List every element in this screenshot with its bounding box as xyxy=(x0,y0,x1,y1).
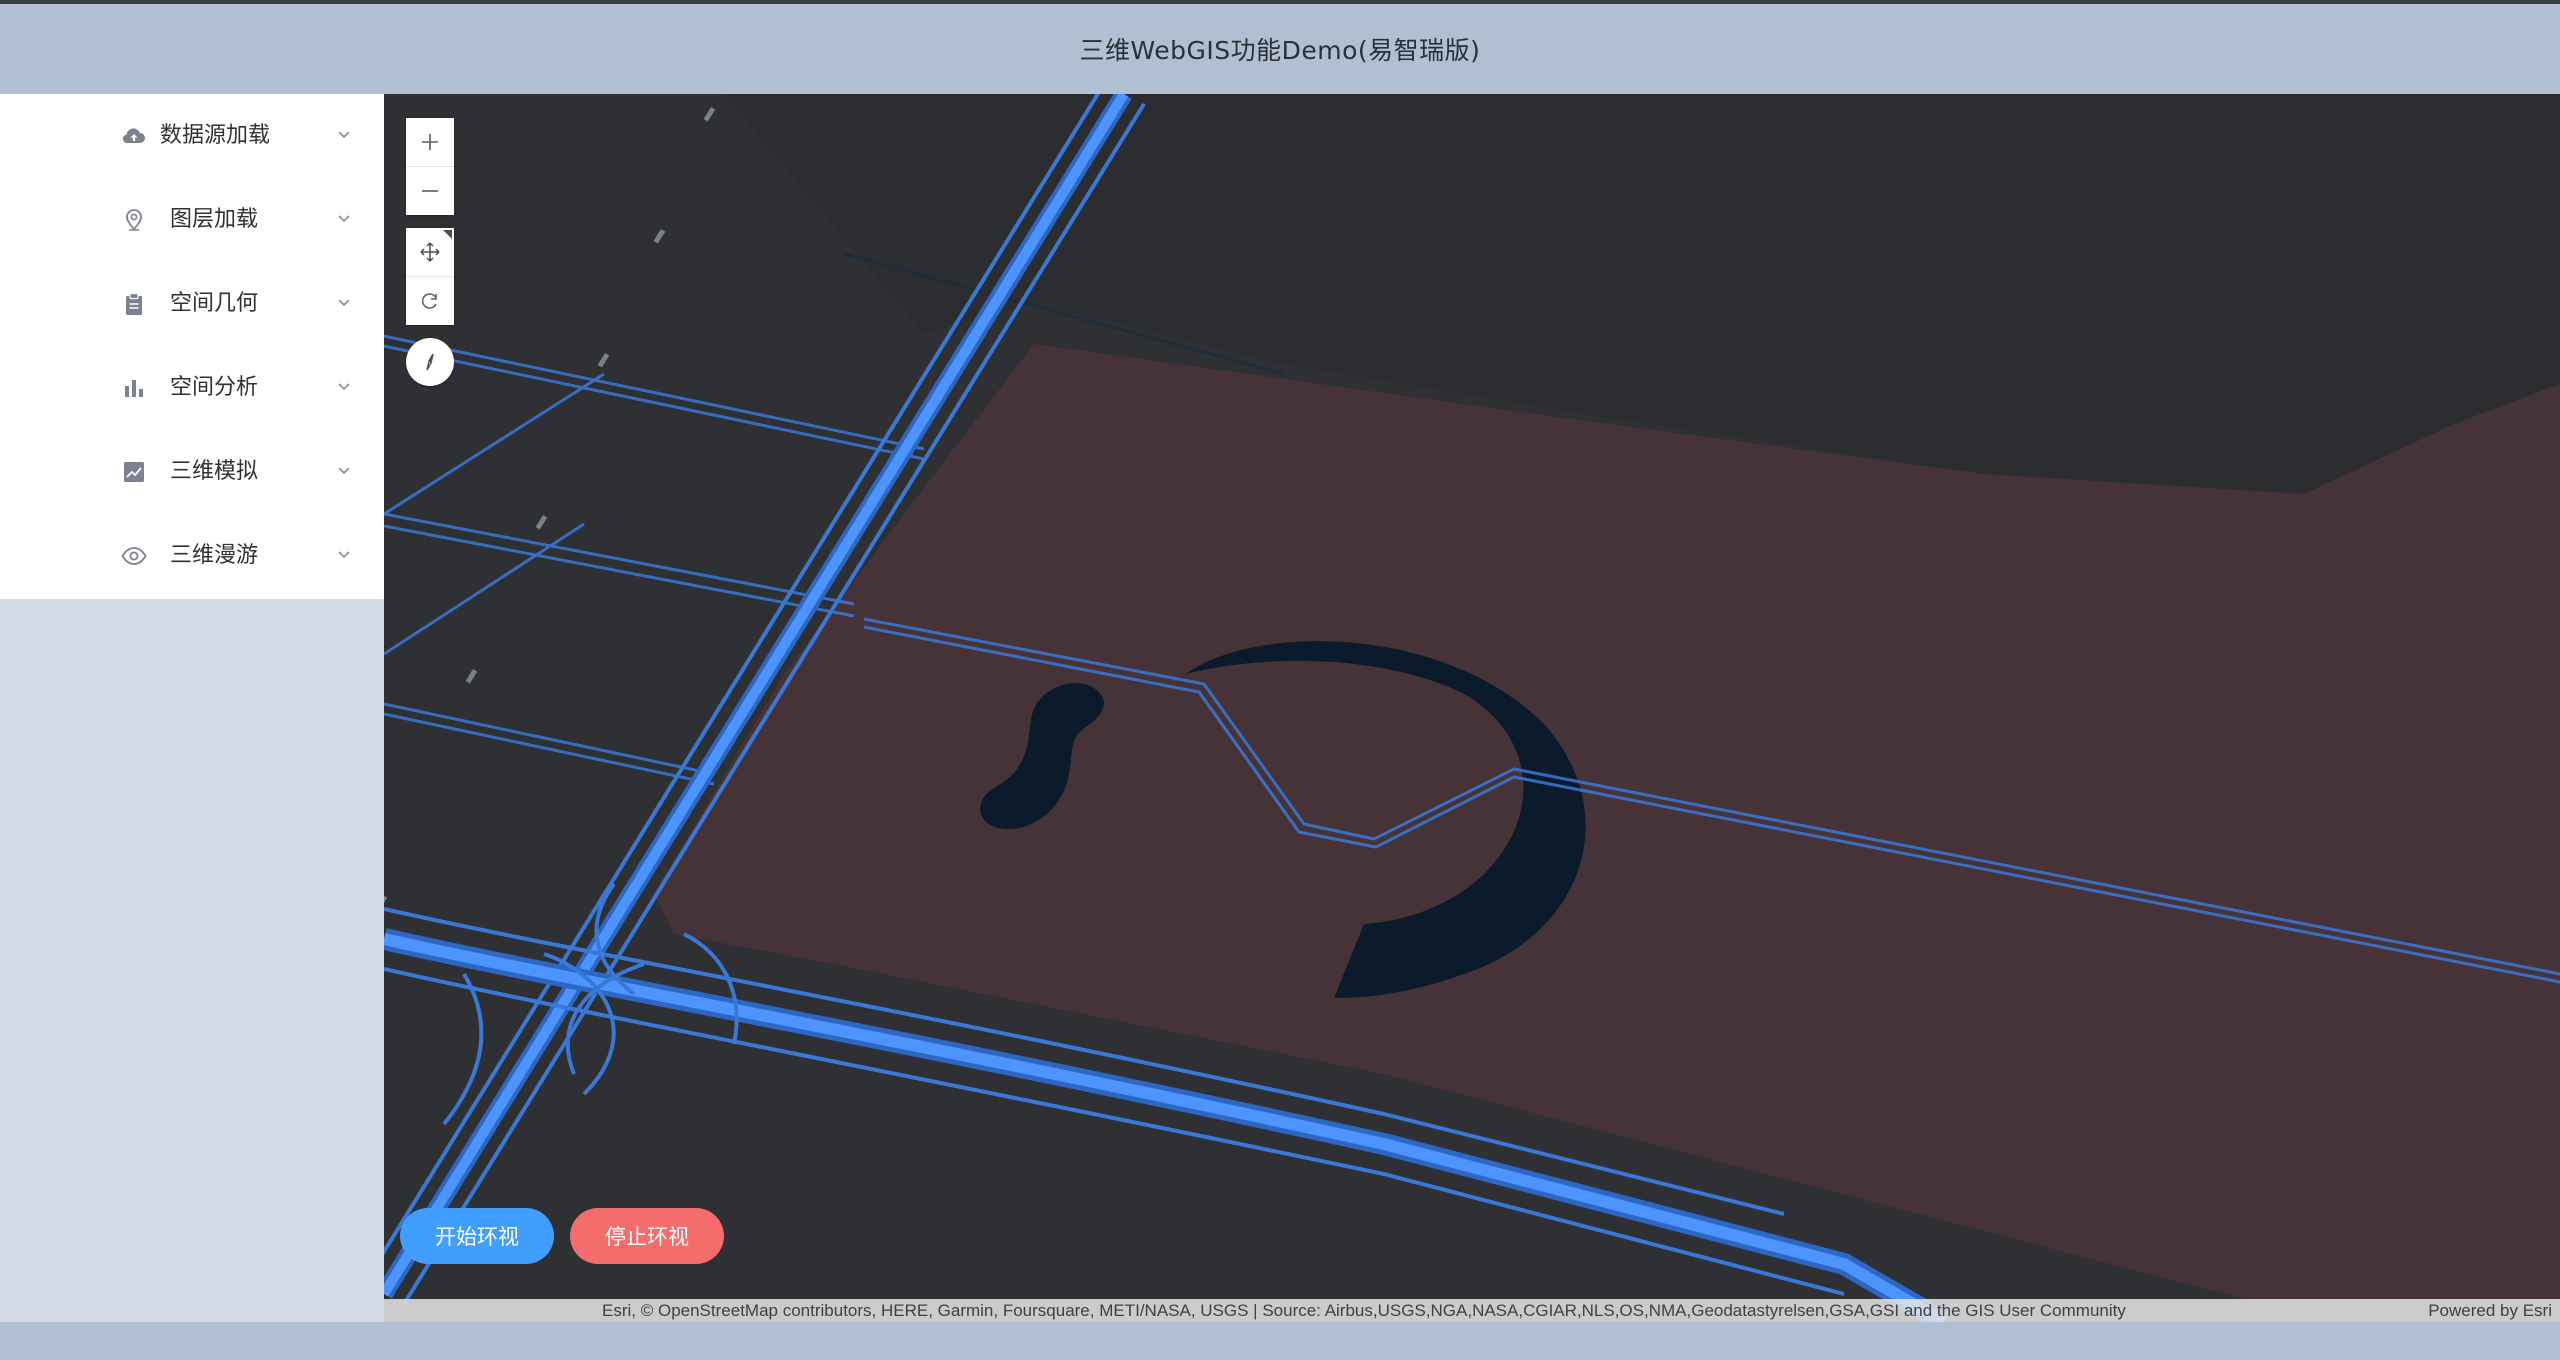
cloud-upload-icon xyxy=(120,122,148,150)
plus-icon xyxy=(422,134,438,150)
map-scene[interactable] xyxy=(384,94,2560,1322)
minus-icon xyxy=(422,190,438,192)
chevron-down-icon xyxy=(334,376,354,396)
zoom-controls xyxy=(406,118,454,215)
attribution-text: Esri, © OpenStreetMap contributors, HERE… xyxy=(602,1301,2126,1320)
sidebar-item-label: 三维模拟 xyxy=(170,459,259,484)
map-attribution: Esri, © OpenStreetMap contributors, HERE… xyxy=(384,1299,2560,1322)
zoom-in-button[interactable] xyxy=(406,118,454,166)
pan-icon xyxy=(420,242,440,262)
compass-button[interactable] xyxy=(406,338,454,386)
app-header: 三维WebGIS功能Demo(易智瑞版) xyxy=(0,4,2560,94)
sidebar-item-data-source[interactable]: 数据源加载 xyxy=(0,94,384,178)
chevron-down-icon xyxy=(334,292,354,312)
chevron-down-icon xyxy=(334,124,354,144)
location-pin-icon xyxy=(120,206,148,234)
map-view[interactable]: 开始环视 停止环视 Esri, © OpenStreetMap contribu… xyxy=(384,94,2560,1322)
stop-orbit-button[interactable]: 停止环视 xyxy=(570,1208,724,1264)
page-title: 三维WebGIS功能Demo(易智瑞版) xyxy=(1079,36,1481,65)
clipboard-icon xyxy=(120,290,148,318)
sidebar-item-layer[interactable]: 图层加载 xyxy=(0,178,384,262)
sidebar-item-label: 空间分析 xyxy=(170,375,259,400)
start-orbit-button[interactable]: 开始环视 xyxy=(400,1208,554,1264)
sidebar-item-simulation[interactable]: 三维模拟 xyxy=(0,430,384,514)
bar-chart-icon xyxy=(120,374,148,402)
sidebar-item-label: 三维漫游 xyxy=(170,543,259,568)
line-chart-icon xyxy=(120,458,148,486)
pan-button[interactable] xyxy=(406,228,454,276)
sidebar-item-roaming[interactable]: 三维漫游 xyxy=(0,514,384,598)
chevron-down-icon xyxy=(334,460,354,480)
eye-icon xyxy=(120,542,148,570)
sidebar-item-label: 空间几何 xyxy=(170,291,259,316)
sidebar-item-label: 图层加载 xyxy=(170,207,259,232)
compass-icon xyxy=(426,353,434,371)
sidebar-item-geometry[interactable]: 空间几何 xyxy=(0,262,384,346)
sidebar-item-label: 数据源加载 xyxy=(160,123,271,148)
powered-by-link[interactable]: Powered by Esri xyxy=(2428,1299,2552,1322)
zoom-out-button[interactable] xyxy=(406,166,454,215)
footer-bar xyxy=(0,1322,2560,1360)
sidebar-item-analysis[interactable]: 空间分析 xyxy=(0,346,384,430)
sidebar-menu: 数据源加载 图层加载 空间几何 空间分析 三维模拟 三维漫游 xyxy=(0,94,384,599)
corner-indicator-icon xyxy=(443,230,452,239)
chevron-down-icon xyxy=(334,544,354,564)
navigation-controls xyxy=(406,228,454,325)
rotate-icon xyxy=(421,293,437,309)
chevron-down-icon xyxy=(334,208,354,228)
rotate-button[interactable] xyxy=(406,276,454,325)
